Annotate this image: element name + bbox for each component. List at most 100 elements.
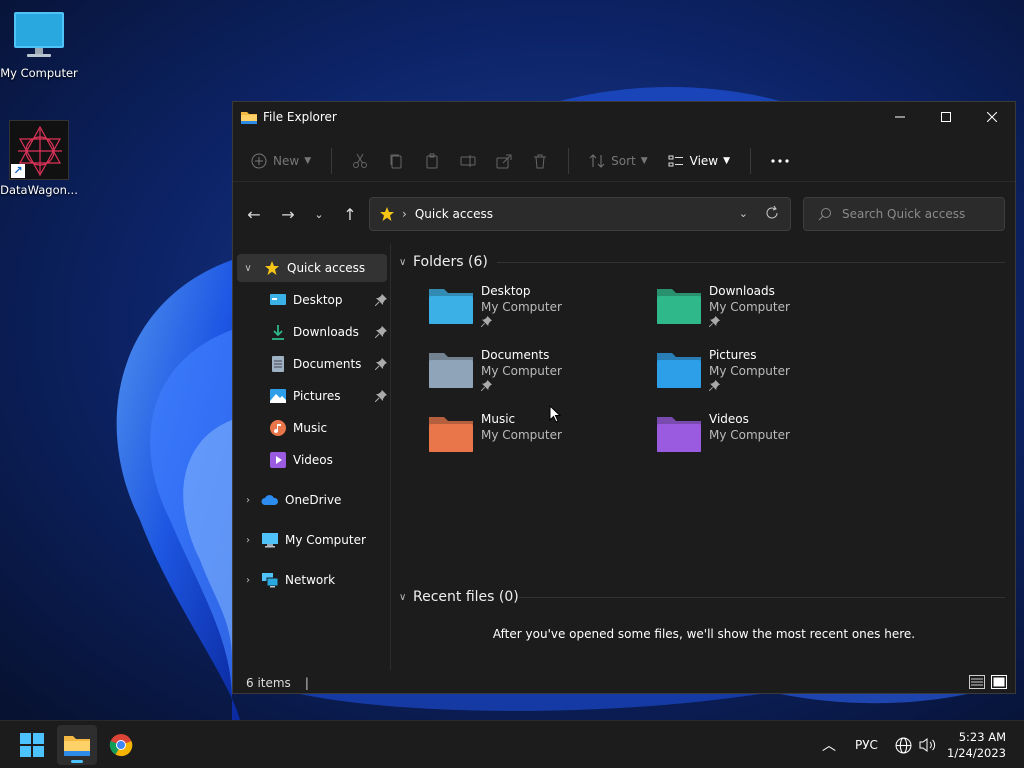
recent-section-header[interactable]: ∨ Recent files (0): [399, 589, 523, 605]
paste-button[interactable]: [424, 145, 440, 177]
status-bar: 6 items |: [233, 672, 1015, 694]
folder-tile-documents[interactable]: Documents My Computer: [423, 348, 643, 406]
folder-tile-pictures[interactable]: Pictures My Computer: [651, 348, 871, 406]
input-language-indicator[interactable]: РУС: [855, 721, 878, 768]
divider: |: [304, 676, 309, 690]
desktop-icon: [270, 294, 286, 305]
divider: [331, 147, 333, 174]
taskbar-file-explorer[interactable]: [57, 725, 97, 765]
folder-location: My Computer: [709, 364, 790, 378]
document-icon: [272, 356, 284, 372]
tiles-view-button[interactable]: [991, 675, 1009, 691]
sidebar-item-music[interactable]: Music: [269, 414, 387, 442]
new-button[interactable]: New ▼: [251, 145, 311, 177]
search-box: [803, 197, 1005, 231]
mouse-cursor-icon: [549, 405, 561, 423]
trash-icon: [534, 154, 547, 168]
more-dots-icon: [771, 158, 789, 163]
start-button[interactable]: [12, 725, 52, 765]
content-pane: ∨ Folders (6) Desktop My Computer Download…: [393, 244, 1015, 670]
chevron-down-icon: ⌄: [314, 207, 324, 221]
recent-locations-button[interactable]: ⌄: [305, 199, 333, 229]
show-hidden-icons-button[interactable]: ︿: [822, 721, 836, 768]
folder-tile-music[interactable]: Music My Computer: [423, 412, 643, 470]
chevron-down-icon: ▼: [723, 155, 731, 166]
folder-name: Desktop: [481, 284, 531, 298]
minimize-button[interactable]: [877, 102, 923, 132]
chevron-up-icon: ︿: [822, 738, 836, 754]
plus-circle-icon: [251, 153, 267, 168]
address-dropdown-icon[interactable]: ⌄: [739, 207, 748, 220]
minimize-icon: [895, 116, 905, 118]
sidebar-item-network[interactable]: › Network: [241, 566, 387, 594]
refresh-icon[interactable]: [764, 205, 780, 221]
pin-icon: [375, 390, 387, 402]
sidebar-item-onedrive[interactable]: › OneDrive: [241, 486, 387, 514]
folder-name: Music: [481, 412, 516, 426]
folder-location: My Computer: [481, 428, 562, 442]
sidebar-item-documents[interactable]: Documents: [269, 350, 387, 378]
chrome-icon: [109, 734, 133, 757]
sort-button[interactable]: Sort ▼: [589, 145, 648, 177]
computer-icon: [262, 533, 278, 548]
clock[interactable]: 5:23 AM 1/24/2023: [947, 729, 1006, 761]
delete-button[interactable]: [532, 145, 548, 177]
chevron-down-icon[interactable]: ∨: [241, 263, 255, 274]
search-input[interactable]: [842, 207, 992, 221]
sidebar-item-pictures[interactable]: Pictures: [269, 382, 387, 410]
rename-button[interactable]: [460, 145, 476, 177]
taskbar-chrome[interactable]: [101, 725, 141, 765]
desktop-icon-my-computer[interactable]: My Computer: [0, 10, 78, 80]
up-button[interactable]: ↑: [333, 199, 367, 229]
folder-location: My Computer: [481, 364, 562, 378]
folder-tile-desktop[interactable]: Desktop My Computer: [423, 284, 643, 342]
folder-name: Pictures: [709, 348, 757, 362]
pin-icon: [709, 380, 720, 391]
navigation-pane: ∨ Quick access Desktop Downloads Documen…: [233, 244, 391, 670]
more-options-button[interactable]: [771, 145, 789, 177]
desktop-icon-datawagon[interactable]: ↗ DataWagon...: [0, 120, 78, 197]
pin-icon: [709, 316, 720, 327]
view-button[interactable]: View ▼: [668, 145, 730, 177]
folder-videos-icon: [657, 417, 701, 452]
windows-logo-icon: [20, 733, 44, 757]
section-title: Recent files (0): [413, 589, 519, 605]
chevron-right-icon[interactable]: ›: [241, 535, 255, 546]
back-button[interactable]: ←: [237, 199, 271, 229]
breadcrumb-current[interactable]: Quick access: [415, 207, 493, 221]
cut-button[interactable]: [352, 145, 368, 177]
section-title: Folders (6): [413, 254, 488, 270]
close-button[interactable]: [969, 102, 1015, 132]
title-bar[interactable]: File Explorer: [233, 102, 1015, 132]
chevron-right-icon[interactable]: ›: [241, 495, 255, 506]
chevron-right-icon[interactable]: ›: [241, 575, 255, 586]
folder-tile-downloads[interactable]: Downloads My Computer: [651, 284, 871, 342]
sidebar-item-downloads[interactable]: Downloads: [269, 318, 387, 346]
speaker-icon: [919, 738, 936, 752]
globe-icon: [895, 737, 912, 753]
folder-documents-icon: [429, 353, 473, 388]
maximize-button[interactable]: [923, 102, 969, 132]
network-tray-button[interactable]: [895, 721, 912, 768]
volume-button[interactable]: [919, 721, 937, 768]
rename-icon: [460, 154, 476, 167]
sidebar-item-label: Videos: [293, 453, 333, 467]
sidebar-item-quick-access[interactable]: ∨ Quick access: [237, 254, 387, 282]
details-view-button[interactable]: [969, 675, 987, 691]
folder-tile-videos[interactable]: Videos My Computer: [651, 412, 871, 470]
language-label: РУС: [855, 738, 878, 752]
datawagon-logo-icon: ↗: [9, 120, 69, 180]
breadcrumb-chevron-icon: ›: [402, 207, 407, 221]
forward-button[interactable]: →: [271, 199, 305, 229]
address-bar[interactable]: › Quick access ⌄: [369, 197, 791, 231]
share-button[interactable]: [496, 145, 512, 177]
copy-button[interactable]: [388, 145, 404, 177]
arrow-right-icon: →: [281, 204, 295, 224]
sidebar-item-videos[interactable]: Videos: [269, 446, 387, 474]
pin-icon: [375, 294, 387, 306]
sidebar-item-desktop[interactable]: Desktop: [269, 286, 387, 314]
pin-icon: [375, 326, 387, 338]
divider: [519, 597, 1005, 598]
shortcut-arrow-icon: ↗: [11, 164, 25, 178]
sidebar-item-my-computer[interactable]: › My Computer: [241, 526, 387, 554]
